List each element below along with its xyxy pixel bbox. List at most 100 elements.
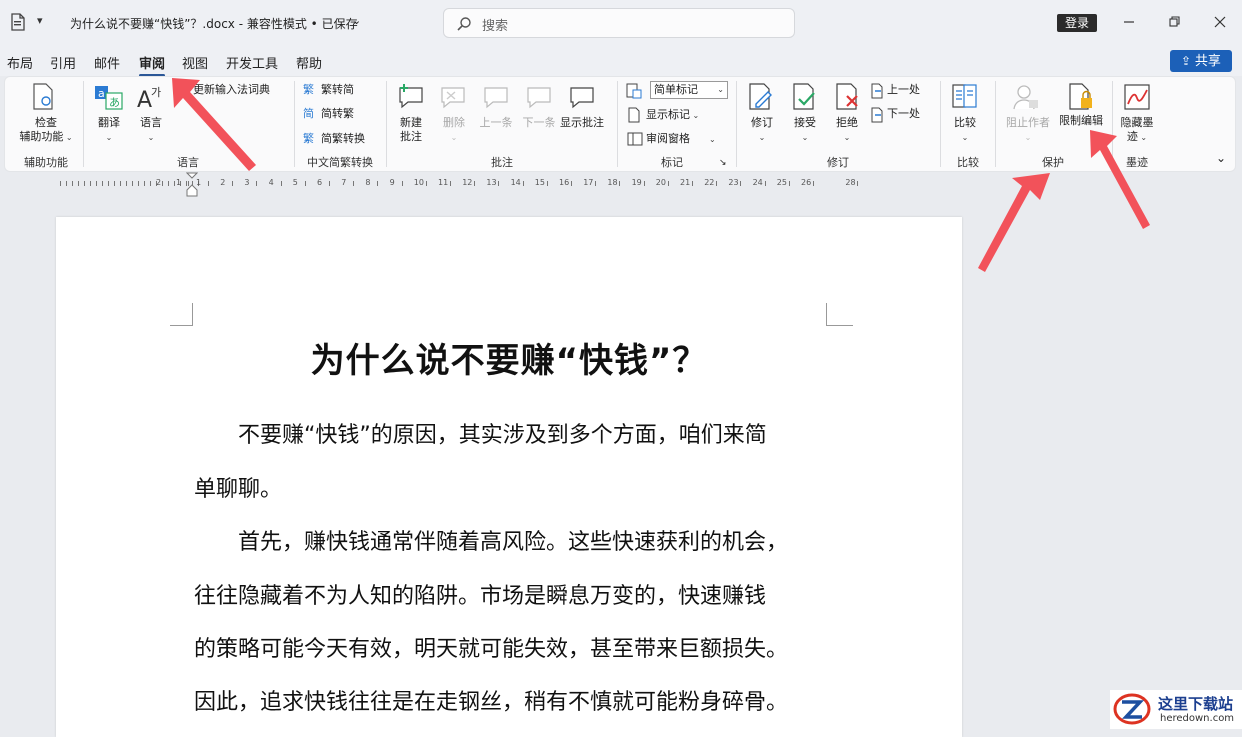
- simp-to-trad-button[interactable]: 简转繁: [321, 107, 354, 121]
- minimize-icon[interactable]: [1117, 10, 1141, 34]
- accept-button[interactable]: 接受 ⌄: [786, 116, 824, 145]
- watermark: 这里下载站 heredown.com: [1110, 690, 1242, 729]
- ruler-tick: [174, 181, 175, 186]
- ruler-tick: [232, 181, 234, 186]
- block-authors-button[interactable]: 阻止作者 ⌄: [999, 116, 1057, 145]
- ruler-number: 22: [704, 178, 715, 187]
- tab-review[interactable]: 审阅: [139, 53, 166, 77]
- share-label: 共享: [1194, 54, 1221, 69]
- ribbon-separator: [1112, 81, 1113, 167]
- search-placeholder: 搜索: [482, 19, 509, 34]
- ruler-number: 18: [607, 178, 618, 187]
- watermark-cn: 这里下载站: [1158, 695, 1234, 713]
- ruler-tick: [498, 181, 500, 186]
- group-language: 语言: [177, 156, 199, 169]
- track-changes-button[interactable]: 修订 ⌄: [743, 116, 781, 145]
- review-pane-button[interactable]: 审阅窗格: [646, 132, 690, 146]
- ruler-tick: [150, 181, 151, 186]
- new-comment-button[interactable]: 新建 批注: [391, 116, 431, 144]
- ruler-number: 8: [365, 178, 371, 187]
- reject-icon: [836, 83, 858, 110]
- translate-button[interactable]: 翻译 ⌄: [91, 116, 127, 145]
- markup-display-icon: [626, 83, 642, 99]
- update-ime-dictionary-button[interactable]: 更新输入法词典: [193, 83, 270, 97]
- search-input[interactable]: 搜索: [443, 8, 795, 38]
- next-comment-button[interactable]: 下一条: [520, 116, 558, 130]
- trad-to-simp-button[interactable]: 繁转简: [321, 83, 354, 97]
- tab-layout[interactable]: 布局: [7, 53, 33, 72]
- share-icon: ⇪: [1181, 54, 1195, 68]
- show-comments-button[interactable]: 显示批注: [558, 116, 606, 130]
- trad-to-simp-icon: 繁: [303, 83, 314, 96]
- check-accessibility-button[interactable]: 检查 辅助功能 ⌄: [13, 116, 79, 145]
- track-changes-icon: [749, 83, 772, 110]
- next-change-button[interactable]: 下一处: [887, 107, 920, 121]
- language-button[interactable]: 语言 ⌄: [133, 116, 169, 145]
- margin-corner-mark: [170, 303, 193, 326]
- tab-references[interactable]: 引用: [50, 53, 76, 72]
- compare-button[interactable]: 比较 ⌄: [946, 116, 984, 145]
- indent-marker-icon[interactable]: [186, 172, 198, 198]
- ruler-number: 12: [462, 178, 473, 187]
- login-button[interactable]: 登录: [1057, 14, 1097, 32]
- ruler-tick: [377, 181, 379, 186]
- show-comments-icon: [570, 87, 594, 109]
- review-pane-chevron-down-icon[interactable]: ⌄: [709, 133, 716, 147]
- delete-comment-button[interactable]: 删除 ⌄: [435, 116, 473, 145]
- tab-view[interactable]: 视图: [182, 53, 208, 72]
- hide-ink-button[interactable]: 隐藏墨迹 ⌄: [1115, 116, 1159, 145]
- restrict-editing-button[interactable]: 限制编辑: [1051, 114, 1111, 128]
- ruler-number: 25: [776, 178, 787, 187]
- margin-corner-mark: [826, 303, 853, 326]
- show-markup-button[interactable]: 显示标记 ⌄: [646, 108, 699, 123]
- new-comment-icon: [399, 84, 423, 109]
- tab-developer[interactable]: 开发工具: [226, 53, 278, 72]
- paragraph-line: 首先，赚快钱通常伴随着高风险。这些快速获利的机会，: [194, 530, 789, 555]
- tracking-dialog-launcher-icon[interactable]: ↘: [719, 156, 727, 170]
- search-icon: [457, 17, 471, 31]
- ruler-number: 14: [510, 178, 521, 187]
- ribbon-separator: [617, 81, 618, 167]
- ruler-tick: [571, 181, 572, 186]
- paragraph-line: 往往隐藏着不为人知的陷阱。市场是瞬息万变的，快速赚钱: [194, 584, 767, 609]
- document-title[interactable]: 为什么说不要赚“快钱”？.docx - 兼容性模式 • 已保存: [70, 15, 358, 32]
- ruler-tick: [132, 181, 133, 186]
- share-button[interactable]: ⇪ 共享: [1170, 50, 1232, 72]
- ruler-number: 19: [631, 178, 642, 187]
- document-app-icon[interactable]: [8, 12, 28, 32]
- svg-text:あ: あ: [109, 96, 120, 109]
- title-bar: ▾ 为什么说不要赚“快钱”？.docx - 兼容性模式 • 已保存 ⌄ 搜索 登…: [0, 0, 1242, 46]
- ruler-number: 21: [680, 178, 691, 187]
- ruler-tick: [138, 181, 139, 186]
- collapse-ribbon-chevron-down-icon[interactable]: ⌄: [1216, 151, 1226, 165]
- group-changes: 修订: [827, 156, 849, 169]
- ruler-tick: [353, 181, 355, 186]
- tab-help[interactable]: 帮助: [296, 53, 322, 72]
- chinese-conversion-button[interactable]: 简繁转换: [321, 132, 365, 146]
- markup-view-select[interactable]: 简单标记 ⌄: [650, 81, 728, 99]
- previous-change-button[interactable]: 上一处: [887, 83, 920, 97]
- group-compare: 比较: [957, 156, 979, 169]
- ruler-tick: [857, 181, 859, 186]
- reject-button[interactable]: 拒绝 ⌄: [828, 116, 866, 145]
- quick-access-chevron-down-icon[interactable]: ▾: [37, 14, 43, 27]
- svg-text:a: a: [98, 87, 105, 100]
- document-page[interactable]: 为什么说不要赚“快钱”？ 不要赚“快钱”的原因，其实涉及到多个方面，咱们来简 单…: [56, 217, 962, 737]
- ruler-number: 20: [655, 178, 666, 187]
- svg-text:가: 가: [151, 86, 161, 99]
- paragraph-line: 单聊聊。: [194, 477, 283, 502]
- restrict-editing-icon: [1069, 83, 1092, 110]
- ruler-tick: [208, 181, 209, 186]
- language-icon: A 가: [137, 86, 161, 111]
- tab-mailings[interactable]: 邮件: [94, 53, 120, 72]
- translate-icon: a あ: [95, 86, 123, 110]
- ruler-tick: [66, 181, 67, 186]
- ruler-number: 10: [413, 178, 424, 187]
- close-icon[interactable]: [1208, 10, 1232, 34]
- title-chevron-down-icon[interactable]: ⌄: [352, 14, 361, 28]
- restore-icon[interactable]: [1162, 10, 1186, 34]
- previous-comment-button[interactable]: 上一条: [477, 116, 515, 130]
- document-heading: 为什么说不要赚“快钱”？: [310, 341, 708, 381]
- conversion-icon: 繁: [303, 132, 314, 145]
- group-chinese-conversion: 中文简繁转换: [307, 156, 373, 169]
